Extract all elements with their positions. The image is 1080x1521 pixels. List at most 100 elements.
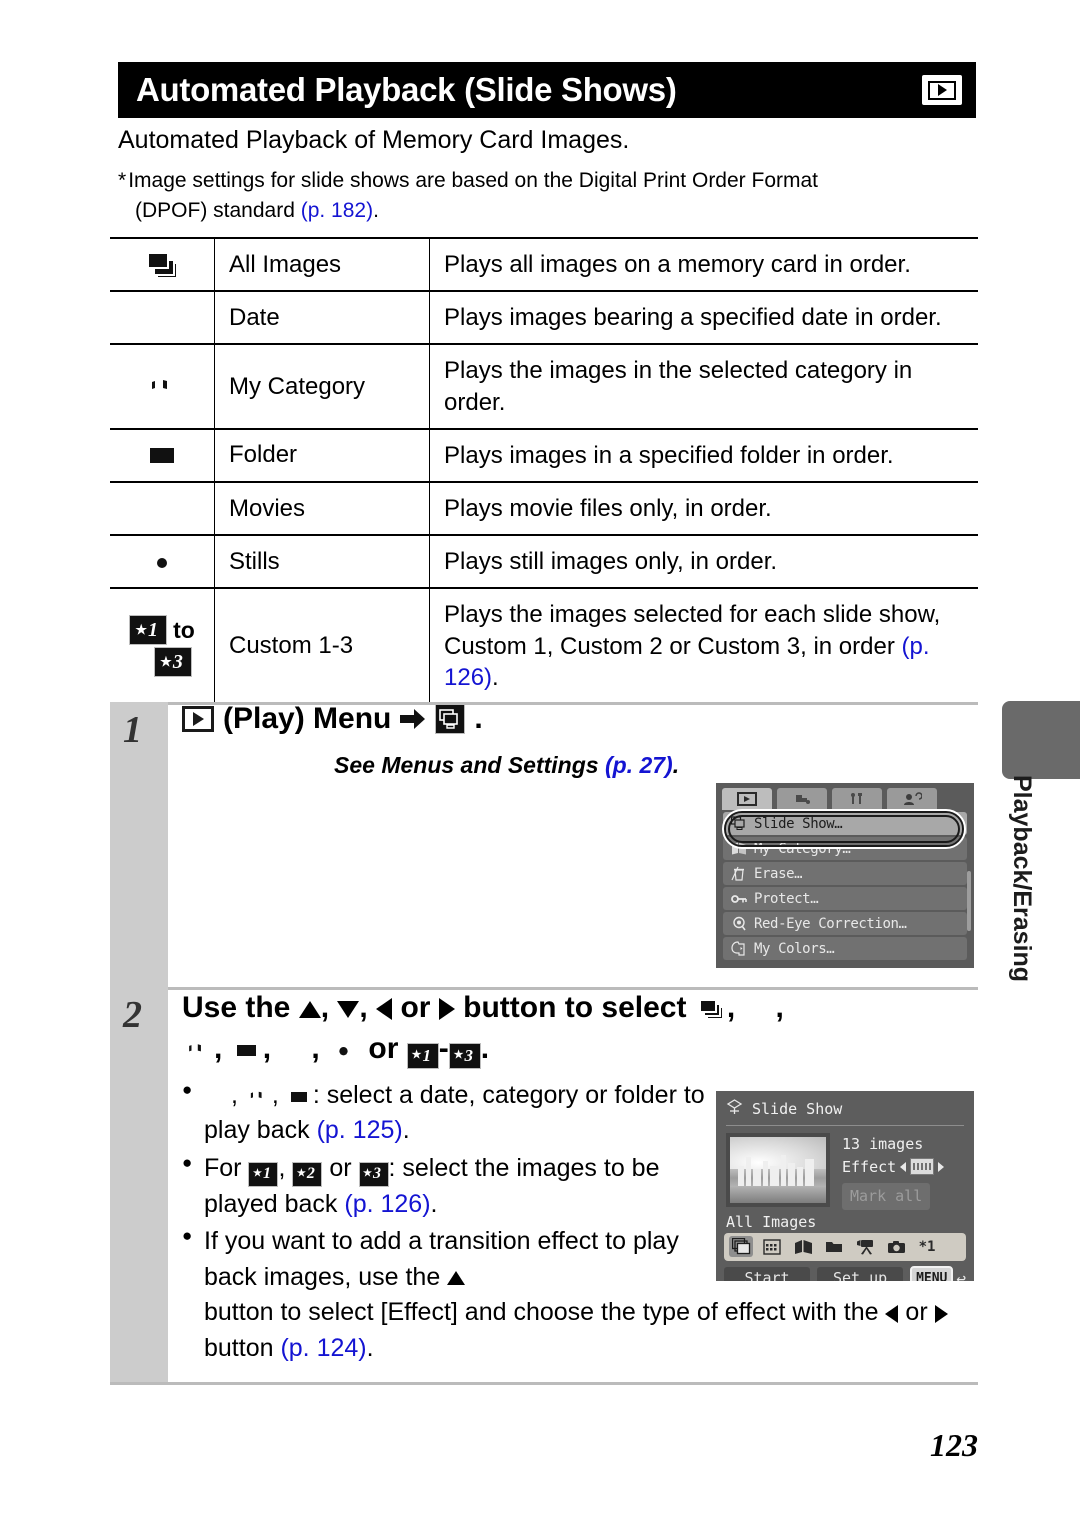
- settings-tab[interactable]: [832, 788, 882, 810]
- all-images-icon[interactable]: [729, 1236, 753, 1257]
- menu-item-red-eye-correction[interactable]: Red-Eye Correction…: [723, 912, 967, 935]
- table-cell-desc: Plays all images on a memory card in ord…: [429, 236, 978, 292]
- page-reference[interactable]: (p. 125): [317, 1116, 403, 1144]
- comma: ,: [271, 1080, 279, 1109]
- stills-icon: [329, 1036, 359, 1064]
- my-category-icon: [144, 370, 180, 404]
- bullet-or: or: [329, 1153, 352, 1182]
- effect-value-icon: [910, 1158, 935, 1176]
- section-tab-block: [1002, 701, 1080, 779]
- up-button-icon: [298, 1000, 321, 1018]
- custom-3-label: 3: [172, 650, 183, 673]
- comma: ,: [775, 991, 784, 1024]
- table-row: Stills Plays still images only, in order…: [110, 534, 978, 589]
- table-row: All Images Plays all images on a memory …: [110, 236, 978, 292]
- period: .: [402, 1116, 410, 1145]
- dash: -: [438, 1032, 449, 1066]
- page-reference[interactable]: (p. 27): [605, 752, 673, 778]
- bullet-text-2: button to select [Effect] and choose the…: [204, 1298, 879, 1327]
- start-button[interactable]: Start: [724, 1266, 811, 1281]
- footer-divider: [110, 1382, 978, 1385]
- date-icon[interactable]: [760, 1236, 784, 1257]
- table-row: Date Plays images bearing a specified da…: [110, 290, 978, 345]
- page-reference[interactable]: (p. 126): [344, 1190, 430, 1218]
- right-button-icon: [934, 1304, 948, 1323]
- effect-setting-row[interactable]: Effect: [842, 1156, 945, 1179]
- menu-button[interactable]: MENU: [910, 1265, 954, 1281]
- menu-item-label: Slide Show…: [754, 815, 843, 832]
- up-button-icon: [447, 1271, 466, 1286]
- effect-prev-arrow-icon[interactable]: [900, 1161, 907, 1172]
- intro-line: Automated Playback of Memory Card Images…: [118, 126, 630, 154]
- custom-range-to-label: to: [173, 616, 195, 643]
- footnote-line-1: Image settings for slide shows are based…: [128, 169, 818, 192]
- table-cell-desc: Plays the images in the selected categor…: [429, 343, 978, 429]
- bullet-or: or: [905, 1298, 928, 1327]
- red-eye-icon: [730, 916, 747, 931]
- slideshow-screen-header: Slide Show: [716, 1091, 974, 1123]
- my-category-icon: [730, 841, 747, 856]
- movies-icon[interactable]: [853, 1236, 877, 1257]
- period: .: [430, 1189, 438, 1218]
- step-2-number: 2: [123, 994, 142, 1036]
- my-category-icon: [245, 1084, 272, 1109]
- bullet-text: : select a date, category or folder to p…: [204, 1080, 705, 1145]
- play-tab[interactable]: [722, 788, 772, 810]
- folder-icon[interactable]: [822, 1236, 846, 1257]
- menu-item-label: My Category…: [754, 840, 851, 857]
- comma: ,: [359, 991, 368, 1024]
- image-count: 13 images: [842, 1135, 924, 1153]
- menu-item-my-colors[interactable]: My Colors…: [723, 937, 967, 960]
- play-menu-list: Slide Show… My Category… Erase… Protect……: [716, 812, 974, 960]
- slide-show-icon: [726, 1099, 743, 1119]
- erase-icon: [730, 866, 747, 881]
- my-category-icon[interactable]: [791, 1236, 815, 1257]
- comma: ,: [320, 991, 330, 1024]
- effect-next-arrow-icon[interactable]: [938, 1161, 945, 1172]
- comma: ,: [278, 1153, 286, 1182]
- period: .: [366, 1333, 374, 1362]
- page-reference[interactable]: (p. 124): [280, 1334, 366, 1362]
- table-cell-icon: [110, 290, 215, 345]
- custom-1-to-3-icon: ★ 1 to ★ 3: [110, 615, 214, 678]
- return-arrow-icon: ↩: [956, 1268, 967, 1282]
- page-reference[interactable]: (p. 182): [301, 199, 373, 222]
- set-up-button[interactable]: Set up: [817, 1266, 904, 1281]
- table-cell-desc: Plays movie files only, in order.: [429, 480, 978, 536]
- menu-item-label: My Colors…: [754, 940, 835, 957]
- mycamera-tab[interactable]: [887, 788, 937, 810]
- custom-1-icon: ★ 1: [129, 615, 168, 646]
- date-icon: [745, 995, 775, 1023]
- page-header: Automated Playback (Slide Shows): [118, 62, 976, 118]
- table-cell-icon: [110, 534, 215, 589]
- mark-all-button[interactable]: Mark all: [842, 1183, 931, 1210]
- menu-item-label: Red-Eye Correction…: [754, 915, 907, 932]
- stills-icon[interactable]: [884, 1236, 908, 1257]
- table-cell-icon: [110, 343, 215, 429]
- custom-1-icon[interactable]: *1: [915, 1236, 939, 1257]
- table-row: My Category Plays the images in the sele…: [110, 343, 978, 429]
- custom-1-label: 1: [147, 618, 158, 641]
- step-2-heading: Use the , , or button to select , , , , …: [182, 987, 978, 1070]
- down-button-icon: [337, 1000, 360, 1018]
- my-category-icon: [183, 1036, 213, 1064]
- stills-icon: [144, 545, 180, 579]
- slideshow-modes-table: All Images Plays all images on a memory …: [110, 236, 978, 705]
- menu-item-protect[interactable]: Protect…: [723, 887, 967, 910]
- custom-3-label: 3: [464, 1046, 473, 1066]
- left-button-icon: [885, 1304, 899, 1323]
- movies-icon: [144, 492, 180, 526]
- menu-scrollbar[interactable]: [967, 871, 971, 931]
- folder-icon: [232, 1036, 262, 1064]
- left-button-icon: [376, 998, 393, 1021]
- menu-item-my-category[interactable]: My Category…: [723, 837, 967, 860]
- camera-slideshow-screenshot: Slide Show 13 images Effect Mark all All…: [716, 1091, 974, 1281]
- slideshow-preview-row: 13 images Effect Mark all: [716, 1126, 974, 1210]
- print-tab[interactable]: [777, 788, 827, 810]
- menu-item-slide-show[interactable]: Slide Show…: [723, 812, 967, 835]
- table-cell-name: Stills: [214, 534, 430, 589]
- table-cell-name: Date: [214, 290, 430, 345]
- menu-item-erase[interactable]: Erase…: [723, 862, 967, 885]
- custom-3-icon: ★ 3: [448, 1043, 481, 1070]
- slideshow-button-row: Start Set up MENU ↩: [724, 1265, 967, 1282]
